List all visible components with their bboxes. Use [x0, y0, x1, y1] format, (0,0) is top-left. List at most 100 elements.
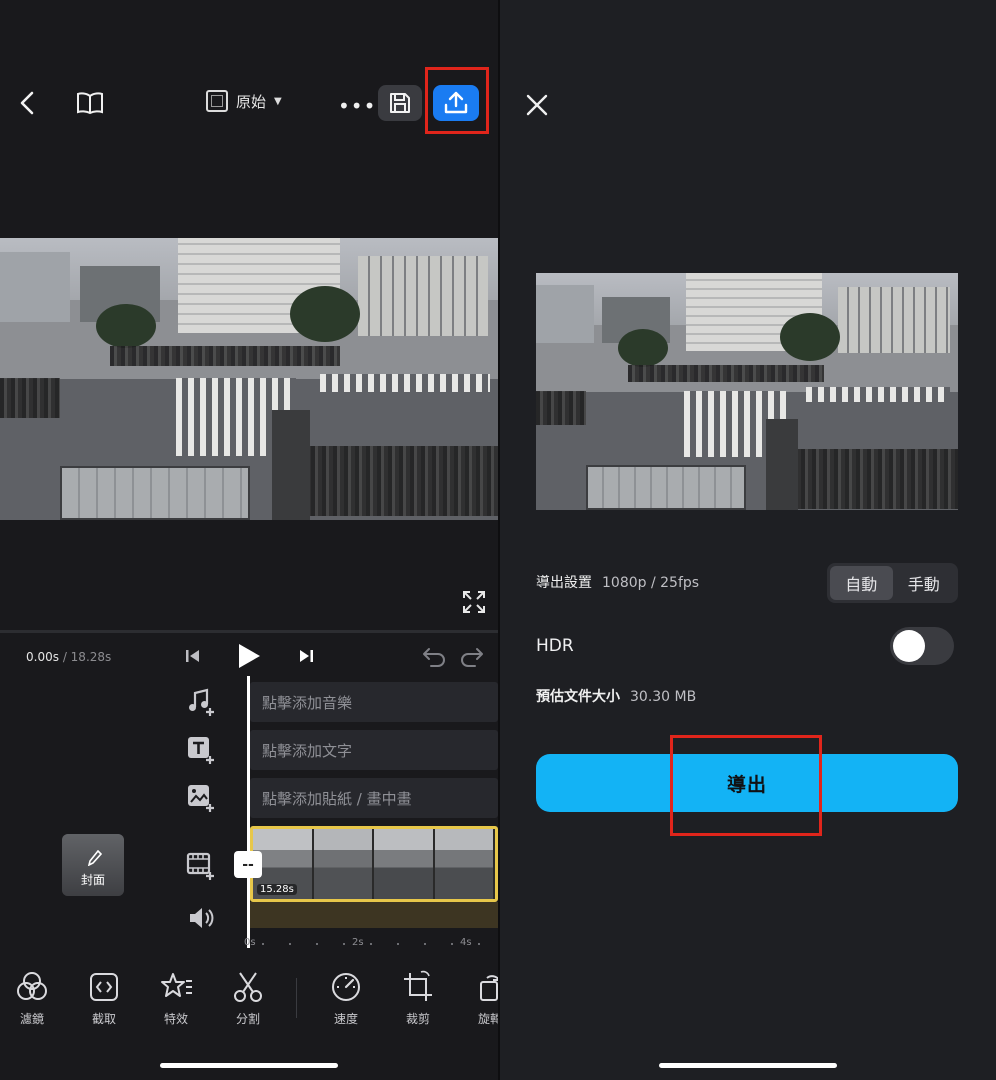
aspect-ratio-selector[interactable]: 原始 ▼ [206, 90, 282, 112]
text-track[interactable]: 點擊添加文字 [250, 730, 498, 770]
export-settings-label: 導出設置 [536, 575, 592, 591]
scene-tree [618, 329, 668, 367]
add-music-icon[interactable] [186, 687, 216, 717]
tool-crop[interactable]: 裁剪 [386, 970, 450, 1027]
toolbar-divider [296, 978, 297, 1018]
editor-panel: 原始 ▼ ••• 0.00s / 18.28s 點擊添加音樂 點擊添加文字 點擊… [0, 0, 498, 1080]
export-button-top[interactable] [433, 85, 479, 121]
scene-building [358, 256, 488, 336]
scene-tower [766, 419, 798, 510]
scene-tree [96, 304, 156, 348]
home-indicator [160, 1063, 338, 1068]
split-handle[interactable]: -- [234, 851, 262, 878]
scene-crowd [790, 449, 958, 509]
export-settings-value: 1080p / 25fps [602, 575, 700, 591]
home-indicator [659, 1063, 837, 1068]
tool-trim-label: 截取 [91, 1012, 116, 1026]
export-panel: 導出設置 1080p / 25fps 自動 手動 HDR 預估文件大小 30.30 … [500, 0, 996, 1080]
scene-building [0, 252, 70, 322]
book-icon[interactable] [76, 91, 104, 115]
time-readout: 0.00s / 18.28s [26, 650, 111, 664]
add-sticker-icon[interactable] [186, 783, 216, 813]
export-preview [536, 273, 958, 510]
scene-crowd [110, 346, 340, 366]
scene-tree [290, 286, 360, 342]
ruler-tick: 0s [244, 937, 256, 948]
tool-filter-label: 濾鏡 [19, 1012, 44, 1026]
clip-duration: 15.28s [257, 884, 297, 895]
scene-rooftop [586, 465, 746, 510]
hdr-label: HDR [536, 636, 574, 656]
rotate-icon [480, 974, 498, 1001]
scene-crowd [628, 365, 824, 382]
video-clip[interactable]: 15.28s [250, 826, 498, 902]
timeline-top-border [0, 630, 498, 633]
skip-end-icon[interactable] [297, 647, 315, 665]
fullscreen-icon[interactable] [461, 589, 487, 615]
scene-building [838, 287, 950, 353]
tool-effects-label: 特效 [163, 1012, 188, 1026]
estimated-size-row: 預估文件大小 30.30 MB [536, 686, 696, 706]
add-text-icon[interactable] [186, 735, 216, 765]
volume-icon[interactable] [186, 903, 216, 933]
scene-tower [272, 410, 310, 520]
back-chevron-icon[interactable] [16, 90, 40, 116]
pencil-icon [88, 850, 102, 866]
music-track-label: 點擊添加音樂 [262, 693, 353, 712]
more-horizontal-icon[interactable]: ••• [338, 94, 376, 118]
estimated-size-label: 預估文件大小 [536, 689, 620, 705]
hdr-switch[interactable] [890, 627, 954, 665]
aspect-ratio-icon [206, 90, 228, 112]
cover-label: 封面 [80, 873, 105, 887]
scene-crowd [300, 446, 498, 516]
tool-split-label: 分割 [235, 1012, 260, 1026]
skip-start-icon[interactable] [184, 647, 202, 665]
tool-rotate-label: 旋轉 [477, 1012, 498, 1026]
clip-thumbnail [313, 829, 374, 899]
upload-icon [444, 91, 468, 114]
cover-button[interactable]: 封面 [62, 834, 124, 896]
tool-trim[interactable]: 截取 [72, 970, 136, 1027]
play-icon[interactable] [236, 642, 262, 670]
redo-icon[interactable] [459, 645, 485, 667]
caret-down-icon: ▼ [274, 95, 282, 107]
close-icon[interactable] [524, 92, 550, 118]
scene-tree [780, 313, 840, 361]
total-time: / 18.28s [62, 650, 112, 664]
scissors-icon [234, 972, 262, 1002]
sticker-track[interactable]: 點擊添加貼紙 / 畫中畫 [250, 778, 498, 818]
tool-effects[interactable]: 特效 [144, 970, 208, 1027]
undo-icon[interactable] [421, 645, 447, 667]
scene-crosswalk [320, 374, 490, 392]
star-effects-icon [161, 973, 192, 997]
filter-circles-icon [17, 972, 47, 1000]
tool-rotate[interactable]: 旋轉 [458, 970, 498, 1027]
export-mode-toggle: 自動 手動 [827, 563, 958, 603]
export-button[interactable]: 導出 [536, 754, 958, 812]
tool-speed[interactable]: 速度 [314, 970, 378, 1027]
scene-building [536, 285, 594, 343]
tool-split[interactable]: 分割 [216, 970, 280, 1027]
tool-speed-label: 速度 [333, 1012, 358, 1026]
add-clip-icon[interactable] [186, 851, 216, 881]
video-preview[interactable] [0, 238, 498, 520]
scene-crosswalk [806, 387, 950, 402]
trim-icon [90, 973, 118, 1001]
clip-thumbnail [374, 829, 435, 899]
mode-manual-option[interactable]: 手動 [893, 566, 956, 600]
export-settings-row: 導出設置 1080p / 25fps [536, 572, 699, 592]
save-draft-button[interactable] [378, 85, 422, 121]
text-track-label: 點擊添加文字 [262, 741, 353, 760]
scene-crowd [536, 391, 586, 425]
mode-auto-option[interactable]: 自動 [830, 566, 893, 600]
save-disk-icon [390, 93, 410, 113]
clip-thumbnail [434, 829, 495, 899]
playhead[interactable] [247, 676, 250, 948]
scene-rooftop [60, 466, 250, 520]
scene-crowd [0, 378, 60, 418]
time-ruler: 0s 2s 4s [242, 932, 498, 952]
audio-waveform [250, 902, 498, 928]
tool-filter[interactable]: 濾鏡 [0, 970, 64, 1027]
music-track[interactable]: 點擊添加音樂 [250, 682, 498, 722]
ruler-dots [262, 943, 492, 945]
